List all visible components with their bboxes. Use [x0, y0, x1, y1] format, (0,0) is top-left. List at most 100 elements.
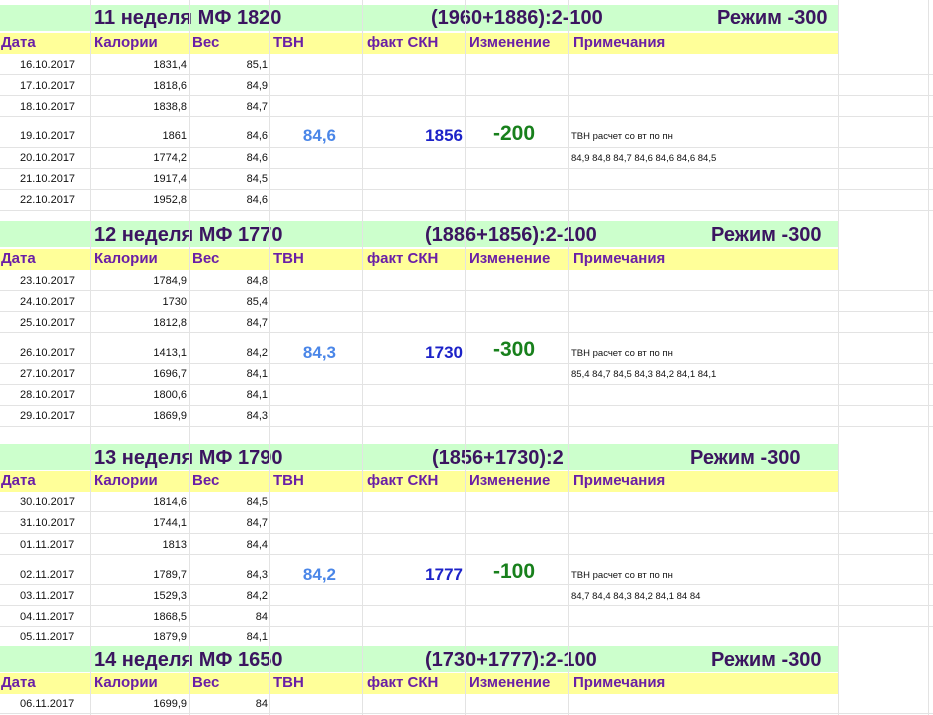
cell-weight[interactable]: 84,3 [190, 570, 268, 581]
cell-date[interactable]: 18.10.2017 [20, 102, 75, 113]
header-change[interactable]: Изменение [469, 675, 550, 690]
cell-calories[interactable]: 1413,1 [90, 348, 187, 359]
cell-date[interactable]: 27.10.2017 [20, 369, 75, 380]
cell-weight[interactable]: 84,1 [190, 632, 268, 643]
week-title[interactable]: 11 неделя МФ 1820 [94, 8, 281, 28]
header-tvn[interactable]: ТВН [273, 675, 304, 690]
fact-skn-value[interactable]: 1730 [370, 344, 463, 361]
header-calories[interactable]: Калории [94, 35, 158, 50]
header-notes[interactable]: Примечания [573, 473, 665, 488]
cell-weight[interactable]: 84,6 [190, 131, 268, 142]
header-weight[interactable]: Вес [192, 473, 219, 488]
header-fact-skn[interactable]: факт СКН [367, 35, 438, 50]
cell-calories[interactable]: 1774,2 [90, 153, 187, 164]
cell-date[interactable]: 21.10.2017 [20, 174, 75, 185]
cell-calories[interactable]: 1861 [90, 131, 187, 142]
header-change[interactable]: Изменение [469, 35, 550, 50]
cell-date[interactable]: 28.10.2017 [20, 390, 75, 401]
cell-weight[interactable]: 84,4 [190, 540, 268, 551]
tvn-value[interactable]: 84,2 [270, 566, 336, 583]
cell-calories[interactable]: 1813 [90, 540, 187, 551]
cell-weight[interactable]: 84,7 [190, 102, 268, 113]
cell-weight[interactable]: 84,6 [190, 195, 268, 206]
cell-weight[interactable]: 84,7 [190, 318, 268, 329]
week-mode[interactable]: Режим -300 [690, 448, 801, 468]
cell-weight[interactable]: 84,2 [190, 591, 268, 602]
note-weights[interactable]: 84,9 84,8 84,7 84,6 84,6 84,6 84,5 [571, 154, 716, 164]
cell-date[interactable]: 29.10.2017 [20, 411, 75, 422]
cell-date[interactable]: 24.10.2017 [20, 297, 75, 308]
header-notes[interactable]: Примечания [573, 675, 665, 690]
tvn-value[interactable]: 84,3 [270, 344, 336, 361]
cell-weight[interactable]: 84,5 [190, 497, 268, 508]
cell-date[interactable]: 20.10.2017 [20, 153, 75, 164]
cell-date[interactable]: 30.10.2017 [20, 497, 75, 508]
cell-weight[interactable]: 84,1 [190, 390, 268, 401]
week-formula[interactable]: (1730+1777):2-100 [425, 650, 597, 670]
cell-calories[interactable]: 1812,8 [90, 318, 187, 329]
cell-date[interactable]: 25.10.2017 [20, 318, 75, 329]
cell-calories[interactable]: 1952,8 [90, 195, 187, 206]
cell-weight[interactable]: 84,8 [190, 276, 268, 287]
cell-calories[interactable]: 1868,5 [90, 612, 187, 623]
cell-weight[interactable]: 84,5 [190, 174, 268, 185]
cell-date[interactable]: 04.11.2017 [20, 612, 74, 623]
cell-calories[interactable]: 1879,9 [90, 632, 187, 643]
cell-calories[interactable]: 1800,6 [90, 390, 187, 401]
header-date[interactable]: Дата [1, 473, 36, 488]
cell-calories[interactable]: 1789,7 [90, 570, 187, 581]
cell-calories[interactable]: 1696,7 [90, 369, 187, 380]
cell-calories[interactable]: 1917,4 [90, 174, 187, 185]
week-mode[interactable]: Режим -300 [711, 650, 822, 670]
cell-date[interactable]: 19.10.2017 [20, 131, 75, 142]
header-date[interactable]: Дата [1, 675, 36, 690]
cell-weight[interactable]: 84,9 [190, 81, 268, 92]
header-date[interactable]: Дата [1, 35, 36, 50]
cell-date[interactable]: 26.10.2017 [20, 348, 75, 359]
header-fact-skn[interactable]: факт СКН [367, 675, 438, 690]
cell-date[interactable]: 01.11.2017 [20, 540, 74, 551]
cell-date[interactable]: 31.10.2017 [20, 518, 75, 529]
note-text[interactable]: ТВН расчет со вт по пн [571, 132, 673, 142]
header-tvn[interactable]: ТВН [273, 251, 304, 266]
week-formula[interactable]: (1886+1856):2-100 [425, 225, 597, 245]
header-tvn[interactable]: ТВН [273, 35, 304, 50]
cell-date[interactable]: 22.10.2017 [20, 195, 75, 206]
header-calories[interactable]: Калории [94, 473, 158, 488]
header-weight[interactable]: Вес [192, 251, 219, 266]
cell-date[interactable]: 23.10.2017 [20, 276, 75, 287]
fact-skn-value[interactable]: 1856 [370, 127, 463, 144]
cell-calories[interactable]: 1869,9 [90, 411, 187, 422]
cell-date[interactable]: 05.11.2017 [20, 632, 74, 643]
cell-weight[interactable]: 84,7 [190, 518, 268, 529]
header-change[interactable]: Изменение [469, 473, 550, 488]
cell-date[interactable]: 06.11.2017 [20, 699, 74, 710]
cell-calories[interactable]: 1831,4 [90, 60, 187, 71]
header-fact-skn[interactable]: факт СКН [367, 473, 438, 488]
header-weight[interactable]: Вес [192, 675, 219, 690]
cell-weight[interactable]: 85,4 [190, 297, 268, 308]
note-text[interactable]: ТВН расчет со вт по пн [571, 349, 673, 359]
header-notes[interactable]: Примечания [573, 251, 665, 266]
change-value[interactable]: -300 [493, 339, 535, 360]
header-tvn[interactable]: ТВН [273, 473, 304, 488]
tvn-value[interactable]: 84,6 [270, 127, 336, 144]
week-mode[interactable]: Режим -300 [711, 225, 822, 245]
cell-date[interactable]: 16.10.2017 [20, 60, 75, 71]
cell-calories[interactable]: 1730 [90, 297, 187, 308]
cell-calories[interactable]: 1529,3 [90, 591, 187, 602]
note-text[interactable]: ТВН расчет со вт по пн [571, 571, 673, 581]
week-mode[interactable]: Режим -300 [717, 8, 828, 28]
note-weights[interactable]: 84,7 84,4 84,3 84,2 84,1 84 84 [571, 592, 700, 602]
header-calories[interactable]: Калории [94, 251, 158, 266]
week-formula[interactable]: (1960+1886):2-100 [431, 8, 603, 28]
cell-date[interactable]: 03.11.2017 [20, 591, 74, 602]
header-calories[interactable]: Калории [94, 675, 158, 690]
note-weights[interactable]: 85,4 84,7 84,5 84,3 84,2 84,1 84,1 [571, 370, 716, 380]
cell-date[interactable]: 02.11.2017 [20, 570, 74, 581]
fact-skn-value[interactable]: 1777 [370, 566, 463, 583]
header-change[interactable]: Изменение [469, 251, 550, 266]
cell-calories[interactable]: 1784,9 [90, 276, 187, 287]
cell-weight[interactable]: 85,1 [190, 60, 268, 71]
change-value[interactable]: -200 [493, 123, 535, 144]
